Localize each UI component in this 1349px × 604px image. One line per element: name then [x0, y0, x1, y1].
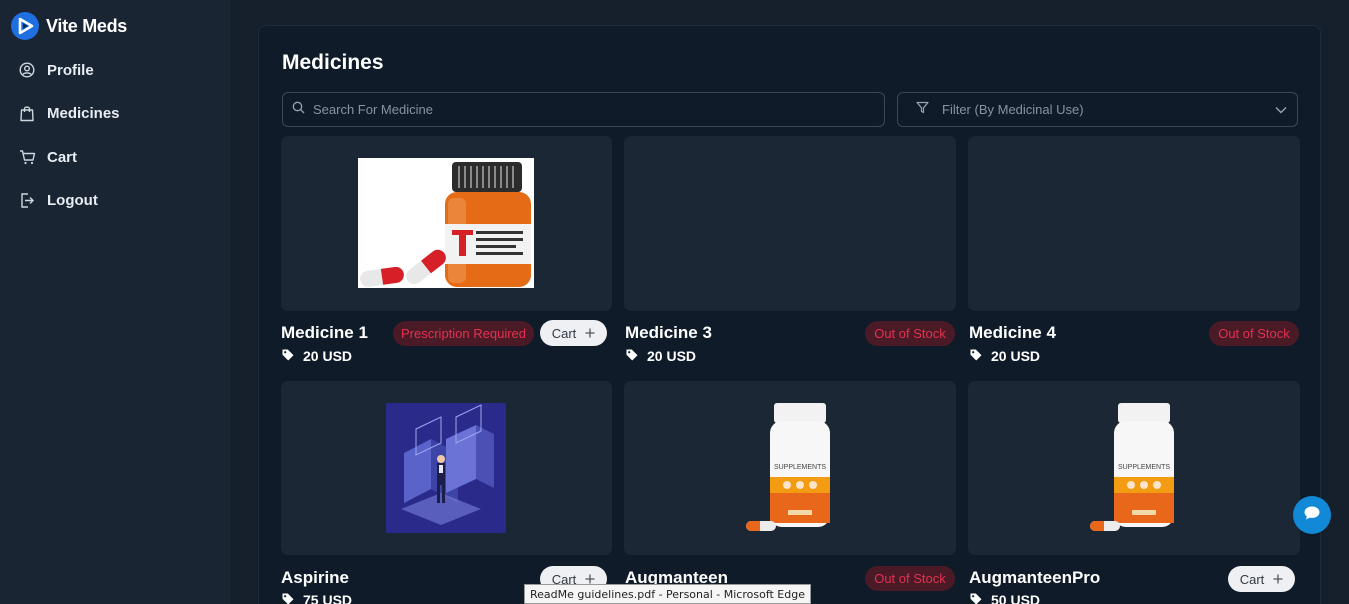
cart-button-label: Cart: [551, 325, 577, 341]
app: Vite Meds Profile Medicines Cart Logout: [0, 0, 1349, 604]
search-icon: [292, 101, 305, 119]
filter-placeholder: Filter (By Medicinal Use): [942, 102, 1084, 117]
cart-button-label: Cart: [1239, 571, 1265, 587]
status-badge: Out of Stock: [865, 566, 955, 591]
sidebar: Vite Meds Profile Medicines Cart Logout: [0, 0, 230, 604]
medicine-card-image[interactable]: [281, 136, 612, 311]
supplement-bottle-image: SUPPLEMENTS: [746, 403, 830, 531]
medicine-price: 50 USD: [970, 592, 1040, 604]
brand-logo-icon: [11, 12, 39, 40]
medicine-price: 20 USD: [282, 348, 352, 364]
sidebar-item-logout[interactable]: Logout: [18, 188, 98, 212]
pill-bottle-image: [358, 158, 534, 288]
price-tag-icon: [970, 592, 982, 604]
medicine-name[interactable]: Medicine 3: [625, 323, 712, 343]
cart-icon: [18, 148, 36, 166]
medicine-name[interactable]: AugmanteenPro: [969, 568, 1100, 588]
search-input[interactable]: [313, 102, 873, 117]
price-value: 20 USD: [303, 348, 353, 364]
medicine-name[interactable]: Medicine 4: [969, 323, 1056, 343]
brand[interactable]: Vite Meds: [11, 12, 127, 40]
medicine-card-image[interactable]: [281, 381, 612, 555]
user-circle-icon: [18, 61, 36, 79]
shopping-bag-icon: [18, 104, 36, 122]
medicine-card-image[interactable]: [968, 136, 1300, 311]
filter-icon: [916, 101, 929, 119]
chat-bubble-icon: [1303, 505, 1321, 526]
sidebar-item-label: Profile: [47, 61, 94, 79]
logout-icon: [18, 191, 36, 209]
medicine-card-image[interactable]: [624, 136, 956, 311]
filter-select[interactable]: Filter (By Medicinal Use): [897, 92, 1298, 127]
brand-name: Vite Meds: [46, 15, 127, 36]
price-value: 50 USD: [991, 592, 1041, 604]
add-to-cart-button[interactable]: Cart: [1228, 566, 1295, 592]
medicine-name[interactable]: Medicine 1: [281, 323, 368, 343]
medicine-price: 75 USD: [282, 592, 352, 604]
price-value: 20 USD: [647, 348, 697, 364]
status-badge: Prescription Required: [393, 321, 534, 346]
bottle-label-text: SUPPLEMENTS: [1118, 464, 1170, 471]
add-to-cart-button[interactable]: Cart: [540, 320, 607, 346]
taskbar-tooltip: ReadMe guidelines.pdf - Personal - Micro…: [524, 584, 811, 604]
chevron-down-icon: [1275, 101, 1287, 119]
plus-icon: [1273, 572, 1283, 587]
sidebar-item-profile[interactable]: Profile: [18, 58, 94, 82]
sidebar-item-label: Logout: [47, 191, 98, 209]
medicine-price: 20 USD: [626, 348, 696, 364]
price-tag-icon: [970, 348, 982, 364]
status-badge: Out of Stock: [1209, 321, 1299, 346]
plus-icon: [585, 326, 595, 341]
medicine-name[interactable]: Aspirine: [281, 568, 349, 588]
sidebar-item-label: Medicines: [47, 104, 120, 122]
status-badge: Out of Stock: [865, 321, 955, 346]
price-tag-icon: [626, 348, 638, 364]
medicine-card-image[interactable]: SUPPLEMENTS: [624, 381, 956, 555]
sidebar-item-medicines[interactable]: Medicines: [18, 101, 120, 125]
supplement-bottle-image: SUPPLEMENTS: [1090, 403, 1174, 531]
page-title: Medicines: [282, 51, 384, 74]
price-value: 20 USD: [991, 348, 1041, 364]
price-tag-icon: [282, 348, 294, 364]
medicine-price: 20 USD: [970, 348, 1040, 364]
search-bar[interactable]: [282, 92, 885, 127]
chat-button[interactable]: [1293, 496, 1331, 534]
sidebar-item-label: Cart: [47, 148, 78, 166]
sidebar-item-cart[interactable]: Cart: [18, 145, 77, 169]
medicine-card-image[interactable]: SUPPLEMENTS: [968, 381, 1300, 555]
isometric-tech-image: [386, 403, 506, 533]
bottle-label-text: SUPPLEMENTS: [774, 464, 826, 471]
price-tag-icon: [282, 592, 294, 604]
price-value: 75 USD: [303, 592, 353, 604]
